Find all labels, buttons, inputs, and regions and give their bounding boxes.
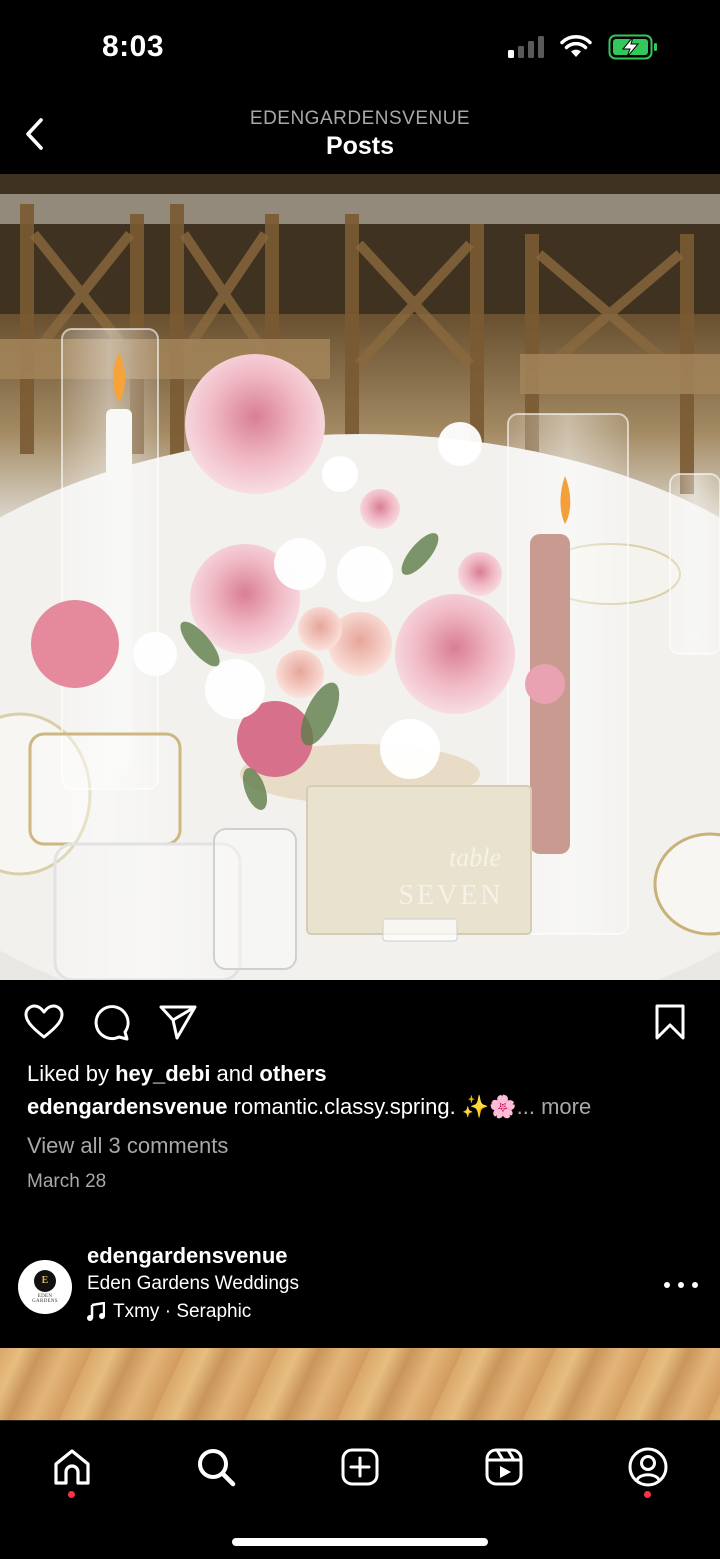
wifi-icon: [560, 35, 592, 57]
caption-text: romantic.classy.spring. ✨🌸: [227, 1094, 517, 1119]
status-time: 8:03: [102, 30, 165, 63]
share-button[interactable]: [156, 1000, 200, 1044]
post-photo[interactable]: table SEVEN: [0, 174, 720, 980]
heart-icon: [24, 1004, 64, 1039]
search-icon: [198, 1449, 236, 1487]
table-card-number: SEVEN: [398, 880, 503, 911]
table-card-script: table: [449, 843, 501, 872]
next-post-username[interactable]: edengardensvenue: [87, 1243, 288, 1269]
like-button[interactable]: [22, 1000, 66, 1044]
account-name: EDENGARDENSVENUE: [249, 108, 471, 129]
page-title: Posts: [325, 132, 395, 160]
caption-username[interactable]: edengardensvenue: [27, 1094, 228, 1119]
more-options-button[interactable]: [664, 1270, 698, 1300]
profile-notification-dot: [644, 1491, 651, 1498]
tab-search[interactable]: [192, 1443, 240, 1491]
more-dot-icon: [664, 1282, 670, 1288]
tab-bar: [0, 1420, 720, 1559]
next-post-subtitle[interactable]: Eden Gardens Weddings: [87, 1273, 299, 1295]
post-date: March 28: [27, 1171, 107, 1192]
bookmark-icon: [655, 1004, 685, 1040]
music-note-icon: [87, 1302, 105, 1321]
cellular-signal-icon: [508, 36, 544, 58]
liked-by-user[interactable]: hey_debi: [115, 1061, 210, 1086]
more-dot-icon: [678, 1282, 684, 1288]
next-post-audio[interactable]: Txmy · Seraphic: [87, 1301, 251, 1323]
header: EDENGARDENSVENUE Posts: [0, 100, 720, 172]
comment-icon: [94, 1005, 130, 1041]
next-post-header: E EDEN GARDENS edengardensvenue Eden Gar…: [0, 1240, 720, 1340]
caption: edengardensvenue romantic.classy.spring.…: [27, 1094, 591, 1120]
caption-more-link[interactable]: ... more: [517, 1094, 592, 1119]
comment-button[interactable]: [89, 1000, 133, 1044]
status-icons: [508, 34, 658, 60]
tab-home[interactable]: [48, 1443, 96, 1491]
avatar[interactable]: E EDEN GARDENS: [18, 1260, 72, 1314]
tab-create[interactable]: [336, 1443, 384, 1491]
more-dot-icon: [692, 1282, 698, 1288]
likes-text[interactable]: Liked by hey_debi and others: [27, 1061, 327, 1087]
tab-profile[interactable]: [624, 1443, 672, 1491]
send-icon: [159, 1005, 197, 1040]
home-notification-dot: [68, 1491, 75, 1498]
avatar-text-line-2: GARDENS: [32, 1299, 58, 1304]
centerpiece-illustration: table SEVEN: [0, 174, 720, 980]
likes-middle: and: [210, 1061, 260, 1086]
reels-icon: [485, 1448, 523, 1486]
home-icon: [54, 1449, 90, 1485]
liked-by-others[interactable]: others: [259, 1061, 326, 1086]
battery-charging-icon: [608, 34, 657, 60]
view-comments-link[interactable]: View all 3 comments: [27, 1133, 228, 1159]
save-button[interactable]: [648, 1000, 692, 1044]
audio-label: Txmy · Seraphic: [113, 1301, 252, 1322]
avatar-logo-mark: E: [34, 1269, 56, 1292]
status-bar: 8:03: [0, 0, 720, 100]
next-post-photo[interactable]: [0, 1348, 720, 1420]
profile-icon: [628, 1447, 668, 1487]
plus-square-icon: [341, 1448, 379, 1486]
avatar-logo-text: EDEN GARDENS: [32, 1294, 58, 1305]
tab-reels[interactable]: [480, 1443, 528, 1491]
post-actions: [0, 1000, 720, 1044]
likes-prefix: Liked by: [27, 1061, 116, 1086]
home-indicator: [232, 1538, 488, 1546]
